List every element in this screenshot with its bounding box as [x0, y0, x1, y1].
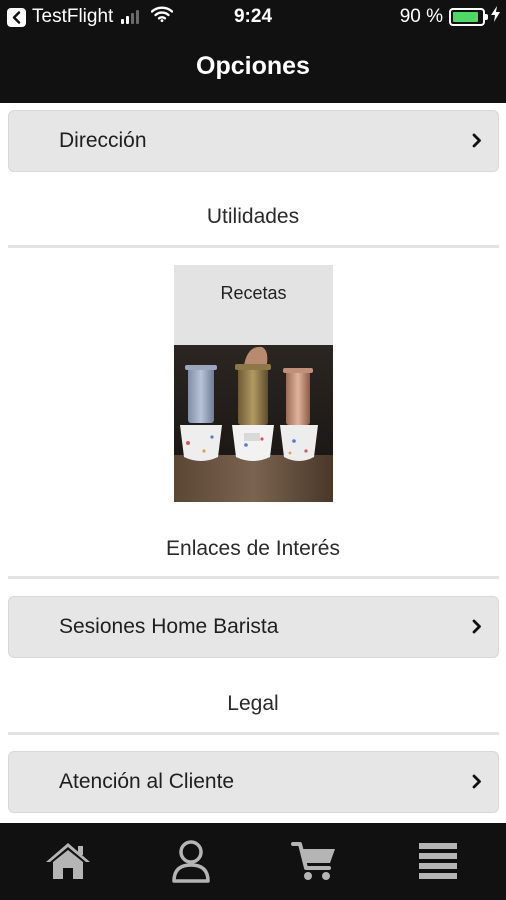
list-item-label: Atención al Cliente — [59, 770, 235, 793]
tab-home[interactable] — [40, 833, 96, 889]
chevron-right-icon — [472, 619, 482, 639]
section-title-utilidades: Utilidades — [206, 205, 300, 228]
recipes-photo — [174, 345, 333, 502]
list-item-label: Dirección — [59, 129, 147, 152]
tab-cart[interactable] — [286, 833, 342, 889]
battery-percent: 90 % — [399, 6, 443, 27]
charging-bolt-icon — [491, 6, 500, 28]
tab-bar — [0, 823, 506, 900]
recipes-tile-label: Recetas — [220, 283, 287, 303]
battery-status: 90 % — [400, 6, 500, 28]
menu-icon — [419, 843, 457, 879]
list-item-sesiones-home-barista[interactable]: Sesiones Home Barista — [8, 596, 499, 658]
top-bar: TestFlight 9:24 90 % Opciones — [0, 0, 506, 103]
recipes-tile[interactable]: Recetas — [174, 265, 333, 502]
cart-icon — [291, 842, 335, 880]
user-icon — [172, 840, 210, 883]
tab-profile[interactable] — [163, 833, 219, 889]
status-bar: TestFlight 9:24 90 % — [0, 0, 506, 34]
section-divider — [8, 732, 499, 735]
section-title-legal: Legal — [227, 692, 279, 715]
section-divider — [8, 245, 499, 248]
list-item-direccion[interactable]: Dirección — [8, 110, 499, 172]
chevron-right-icon — [472, 133, 482, 153]
section-title-enlaces: Enlaces de Interés — [166, 537, 340, 560]
tab-menu[interactable] — [410, 833, 466, 889]
section-divider — [8, 576, 499, 579]
list-item-atencion-al-cliente[interactable]: Atención al Cliente — [8, 751, 499, 813]
battery-icon — [449, 8, 488, 26]
chevron-right-icon — [472, 774, 482, 794]
list-item-label: Sesiones Home Barista — [59, 615, 279, 638]
page-title: Opciones — [196, 52, 310, 80]
home-icon — [46, 843, 90, 879]
